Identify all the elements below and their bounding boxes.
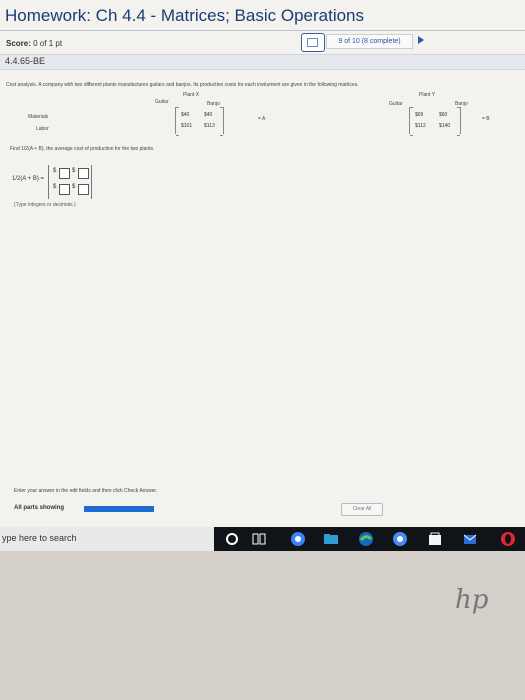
dollar-sign: $ [53,168,57,174]
score-label: Score: [6,39,31,48]
question-list-button[interactable] [301,33,325,52]
chrome-icon[interactable] [290,531,306,547]
score-indicator: Score: 0 of 1 pt [6,39,62,48]
chrome-profile-icon[interactable] [392,531,408,547]
row-label-materials: Materials [28,114,49,120]
laptop-bezel: hp [0,551,525,700]
task-view-icon[interactable] [251,531,267,547]
plant-x-label: Plant X [183,92,200,98]
find-instruction: Find 1/2(A + B), the average cost of pro… [10,146,155,152]
matrix-a: $40 $40 $101 $113 [175,107,224,136]
dollar-sign: $ [72,168,76,174]
answer-matrix: $ $ $ $ [48,165,92,199]
next-question-icon[interactable] [418,36,424,44]
question-prompt: Cost analysis. A company with two differ… [6,82,359,88]
parts-progress-bar [84,506,154,512]
edge-icon[interactable] [358,531,374,547]
dollar-sign: $ [53,184,57,190]
file-explorer-icon[interactable] [323,531,339,547]
plant-x-col-guitar: Guitar [155,99,169,105]
plant-y-label: Plant Y [419,92,436,98]
answer-hint: (Type integers or decimals.) [14,202,76,208]
question-id: 4.4.65-BE [5,56,46,66]
question-progress-dropdown[interactable]: 9 of 10 (8 complete) [326,34,413,49]
matrix-a-cell: $40 [181,112,190,118]
taskbar-search-box[interactable]: ype here to search [0,527,214,551]
footer-instruction: Enter your answer in the edit fields and… [14,488,158,494]
matrix-a-cell: $40 [204,112,213,118]
plant-y-col-guitar: Guitar [389,101,403,107]
matrix-b-cell: $140 [439,123,451,129]
matrix-a-name: = A [258,116,266,122]
question-id-bar: 4.4.65-BE [0,54,525,70]
parts-showing-label: All parts showing [14,505,65,511]
browser-screen: Homework: Ch 4.4 - Matrices; Basic Opera… [0,0,525,527]
windows-taskbar: ype here to search [0,527,525,551]
answer-input-r2c1[interactable] [59,184,70,195]
hp-logo: hp [455,585,489,615]
matrix-b-cell: $69 [415,112,424,118]
answer-input-r2c2[interactable] [78,184,89,195]
clear-all-button[interactable]: Clear All [341,503,383,516]
dollar-sign: $ [72,184,76,190]
matrix-b-cell: $112 [415,123,426,129]
mail-icon[interactable] [462,531,478,547]
store-icon[interactable] [427,531,443,547]
answer-input-r1c2[interactable] [78,168,89,179]
matrix-a-cell: $113 [204,123,215,129]
matrix-b: $69 $60 $112 $140 [409,107,461,136]
opera-icon[interactable] [500,531,516,547]
matrix-b-name: = B [482,116,490,122]
row-label-labor: Labor [36,126,49,132]
page-title: Homework: Ch 4.4 - Matrices; Basic Opera… [5,6,365,25]
cortana-icon[interactable] [224,531,240,547]
title-divider [0,30,525,31]
answer-input-r1c1[interactable] [59,168,70,179]
score-value: 0 of 1 pt [33,39,63,48]
matrix-a-cell: $101 [181,123,193,129]
matrix-b-cell: $60 [439,112,448,118]
taskbar-search-placeholder: ype here to search [2,533,77,543]
answer-expression: 1/2(A + B) = [12,176,45,182]
